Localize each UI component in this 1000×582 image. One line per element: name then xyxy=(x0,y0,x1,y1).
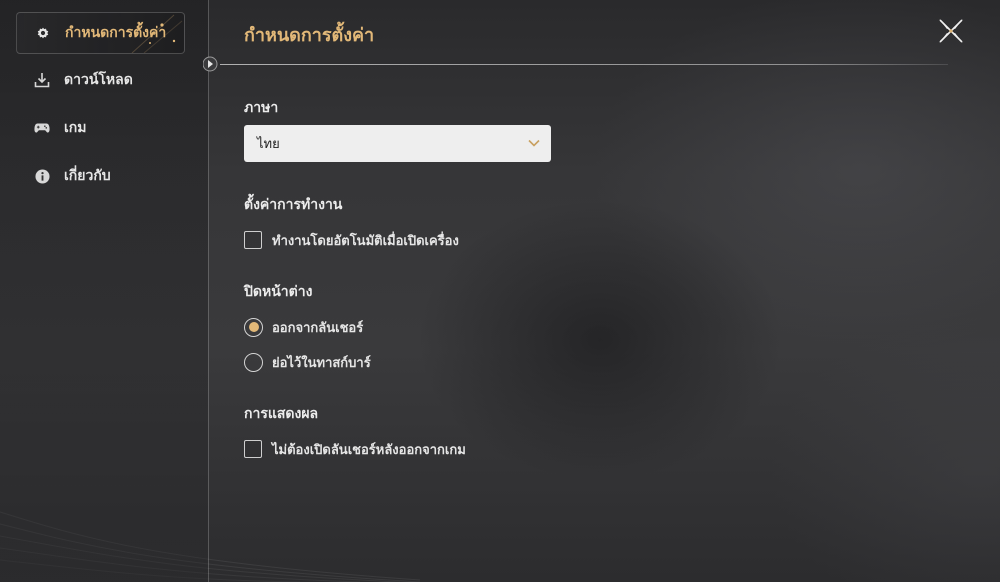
header-divider xyxy=(220,64,948,65)
sidebar-item-settings[interactable]: กำหนดการตั้งค่า xyxy=(16,12,185,54)
gear-icon xyxy=(35,25,51,41)
language-section-title: ภาษา xyxy=(244,100,279,116)
startup-section-title: ตั้งค่าการทำงาน xyxy=(244,197,343,213)
minimize-taskbar-radio[interactable] xyxy=(244,352,263,372)
close-icon xyxy=(939,19,963,43)
download-icon xyxy=(34,72,50,88)
sidebar: กำหนดการตั้งค่า ดาวน์โหลด เกม เกี่ยวกับ xyxy=(0,0,208,582)
minimize-taskbar-option[interactable]: ย่อไว้ในทาสก์บาร์ xyxy=(244,351,371,373)
sidebar-item-download[interactable]: ดาวน์โหลด xyxy=(16,59,185,101)
display-section-title: การแสดงผล xyxy=(244,406,319,422)
auto-start-option[interactable]: ทำงานโดยอัตโนมัติเมื่อเปิดเครื่อง xyxy=(244,229,459,251)
exit-launcher-radio[interactable] xyxy=(244,317,263,337)
exit-launcher-option[interactable]: ออกจากลันเชอร์ xyxy=(244,316,363,338)
no-reopen-checkbox[interactable] xyxy=(244,440,262,458)
no-reopen-label: ไม่ต้องเปิดลันเชอร์หลังออกจากเกม xyxy=(272,442,466,458)
close-button[interactable] xyxy=(937,17,965,45)
exit-launcher-label: ออกจากลันเชอร์ xyxy=(272,320,364,336)
no-reopen-option[interactable]: ไม่ต้องเปิดลันเชอร์หลังออกจากเกม xyxy=(244,438,466,460)
active-item-decoration xyxy=(131,14,183,53)
sidebar-item-label: ดาวน์โหลด xyxy=(64,72,133,88)
close-window-section-title: ปิดหน้าต่าง xyxy=(244,284,313,300)
auto-start-label: ทำงานโดยอัตโนมัติเมื่อเปิดเครื่อง xyxy=(272,233,459,249)
sidebar-collapse-handle[interactable] xyxy=(202,54,220,74)
auto-start-checkbox[interactable] xyxy=(244,231,262,249)
radio-selected-dot xyxy=(248,322,259,332)
sidebar-item-label: เกี่ยวกับ xyxy=(64,168,111,184)
info-icon xyxy=(34,168,50,184)
sidebar-item-label: เกม xyxy=(64,120,87,136)
language-select-value: ไทย xyxy=(257,137,280,152)
sidebar-item-games[interactable]: เกม xyxy=(16,107,185,149)
language-select[interactable]: ไทย xyxy=(244,125,551,162)
minimize-taskbar-label: ย่อไว้ในทาสก์บาร์ xyxy=(272,355,371,371)
page-title: กำหนดการตั้งค่า xyxy=(244,25,375,46)
chevron-right-icon xyxy=(203,56,218,72)
gamepad-icon xyxy=(34,120,50,136)
chevron-down-icon xyxy=(528,139,540,147)
sidebar-divider xyxy=(208,0,209,582)
sidebar-item-about[interactable]: เกี่ยวกับ xyxy=(16,155,185,197)
